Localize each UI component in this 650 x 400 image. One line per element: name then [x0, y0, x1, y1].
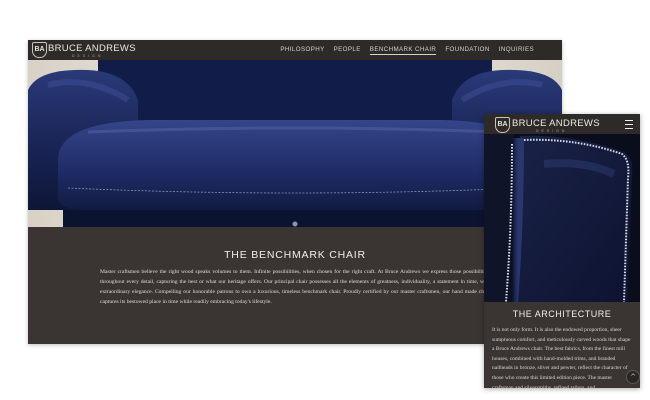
mobile-section-body-text: It is not only form. It is also the endo… [492, 327, 631, 388]
architecture-section: THE ARCHITECTURE It is not only form. It… [484, 302, 640, 388]
hamburger-icon[interactable] [625, 120, 633, 129]
section-body-text: Master craftsmen believe the right wood … [100, 269, 490, 305]
nav-link-philosophy[interactable]: PHILOSOPHY [280, 46, 324, 55]
nav-link-people[interactable]: PEOPLE [334, 46, 361, 55]
desktop-navbar: BA BRUCE ANDREWS DESIGN PHILOSOPHY PEOPL… [28, 40, 562, 60]
nav-link-foundation[interactable]: FOUNDATION [445, 46, 489, 55]
mobile-hero-image [484, 134, 640, 302]
logo-wordmark[interactable]: BRUCE ANDREWS [48, 43, 136, 54]
chevron-up-icon[interactable]: ^ [626, 370, 640, 384]
benchmark-section: THE BENCHMARK CHAIR Master craftsmen bel… [28, 227, 562, 344]
logo-monogram-icon[interactable]: BA [32, 42, 47, 58]
nav-link-inquiries[interactable]: INQUIRIES [499, 46, 534, 55]
desktop-mockup: BA BRUCE ANDREWS DESIGN PHILOSOPHY PEOPL… [28, 40, 562, 344]
desktop-nav-menu: PHILOSOPHY PEOPLE BENCHMARK CHAIR FOUNDA… [280, 46, 534, 55]
logo-tagline: DESIGN [72, 54, 104, 58]
logo-monogram-icon[interactable]: BA [495, 117, 510, 133]
nav-link-benchmark-chair[interactable]: BENCHMARK CHAIR [369, 46, 437, 55]
mobile-section-title: THE ARCHITECTURE [512, 309, 612, 319]
chair-wing-closeup-illustration [484, 134, 640, 302]
mobile-navbar: BA BRUCE ANDREWS DESIGN [484, 114, 640, 134]
hero-chair-image [28, 60, 562, 227]
logo-tagline: DESIGN [536, 129, 568, 133]
section-title: THE BENCHMARK CHAIR [224, 249, 366, 261]
logo-wordmark[interactable]: BRUCE ANDREWS [512, 118, 600, 129]
mobile-mockup: BA BRUCE ANDREWS DESIGN THE ARCHITECTURE… [484, 114, 640, 388]
velvet-chair-illustration [28, 60, 562, 227]
